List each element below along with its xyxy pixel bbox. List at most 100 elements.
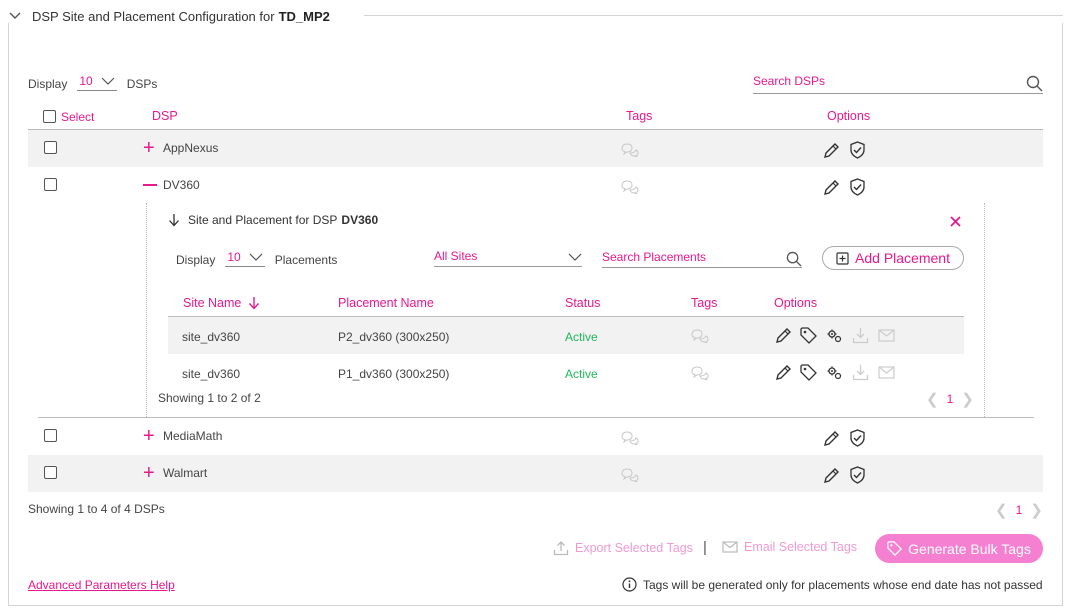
tag-icon[interactable] (800, 327, 817, 344)
mail-icon (878, 366, 895, 379)
dsps-unit-label: DSPs (126, 77, 158, 91)
section-title: DSP Site and Placement Configuration for (32, 8, 275, 24)
column-site-name[interactable]: Site Name (183, 296, 260, 310)
placement-page-size-row: Display 10 Placements (176, 250, 337, 267)
dsp-name: MediaMath (163, 429, 223, 443)
chevron-down-icon (101, 77, 115, 85)
email-selected-tags-button[interactable]: Email Selected Tags (722, 540, 857, 554)
gears-icon[interactable] (826, 365, 843, 381)
generate-bulk-tags-button[interactable]: Generate Bulk Tags (875, 534, 1043, 563)
row-checkbox[interactable] (44, 178, 57, 191)
status-badge: Active (565, 330, 598, 344)
placement-page-size-select[interactable]: 10 (225, 250, 265, 267)
plus-square-icon (836, 251, 849, 265)
chat-bubbles-icon (621, 143, 639, 157)
chevron-down-icon (9, 12, 21, 19)
panel-divider (364, 15, 1063, 16)
tag-icon[interactable] (800, 364, 817, 381)
search-placements-placeholder: Search Placements (602, 250, 707, 264)
dsp-page-size-row: Display 10 DSPs (28, 74, 157, 91)
display-label: Display (176, 253, 216, 267)
column-tags: Tags (691, 296, 718, 310)
search-dsps-input[interactable]: Search DSPs (753, 74, 1043, 94)
search-icon[interactable] (786, 251, 802, 267)
shield-check-icon[interactable] (849, 466, 866, 484)
pencil-icon[interactable] (823, 179, 840, 196)
search-dsps-placeholder: Search DSPs (753, 74, 826, 88)
expand-icon[interactable]: + (143, 138, 155, 158)
info-icon (622, 577, 637, 592)
export-selected-tags-label: Export Selected Tags (575, 541, 693, 555)
site-name: site_dv360 (182, 367, 241, 381)
add-placement-label: Add Placement (855, 250, 950, 266)
shield-check-icon[interactable] (849, 141, 866, 159)
row-checkbox[interactable] (44, 141, 57, 154)
pencil-icon[interactable] (775, 364, 792, 381)
dsp-name: DV360 (163, 178, 200, 192)
page-number[interactable]: 1 (1016, 503, 1023, 517)
add-placement-button[interactable]: Add Placement (822, 246, 964, 270)
next-page-icon[interactable]: ❯ (961, 390, 974, 408)
column-placement-name[interactable]: Placement Name (338, 296, 434, 310)
page-number[interactable]: 1 (947, 392, 954, 406)
shield-check-icon[interactable] (849, 178, 866, 196)
export-selected-tags-button[interactable]: Export Selected Tags (553, 540, 693, 556)
mail-icon (878, 329, 895, 342)
placement-name: P1_dv360 (300x250) (338, 367, 450, 381)
action-separator: | (703, 539, 707, 556)
close-icon[interactable] (949, 215, 962, 228)
search-icon[interactable] (1026, 75, 1043, 92)
expand-icon[interactable]: + (143, 426, 155, 446)
placements-title-prefix: Site and Placement for DSP (188, 213, 338, 227)
row-checkbox[interactable] (44, 429, 57, 442)
placement-name: P2_dv360 (300x250) (338, 330, 450, 344)
column-options: Options (827, 109, 871, 123)
prev-page-icon[interactable]: ❮ (995, 501, 1008, 519)
arrow-down-icon (169, 214, 179, 227)
status-badge: Active (565, 367, 598, 381)
row-checkbox[interactable] (44, 466, 57, 479)
dsp-page-size-value: 10 (79, 74, 93, 88)
dsp-page-size-select[interactable]: 10 (77, 74, 117, 91)
collapse-icon[interactable] (143, 184, 157, 186)
pencil-icon[interactable] (823, 430, 840, 447)
column-options: Options (774, 296, 818, 310)
dsps-showing-text: Showing 1 to 4 of 4 DSPs (28, 502, 165, 516)
next-page-icon[interactable]: ❯ (1030, 501, 1043, 519)
chat-bubbles-icon (621, 431, 639, 445)
section-target: TD_MP2 (278, 8, 330, 24)
gears-icon[interactable] (826, 328, 843, 344)
chat-bubbles-icon (691, 366, 709, 380)
email-selected-tags-label: Email Selected Tags (744, 540, 858, 554)
download-icon (852, 365, 869, 381)
dsp-name: Walmart (163, 466, 208, 480)
chat-bubbles-icon (621, 180, 639, 194)
column-status[interactable]: Status (565, 296, 600, 310)
column-dsp[interactable]: DSP (152, 109, 178, 123)
prev-page-icon[interactable]: ❮ (926, 390, 939, 408)
expand-icon[interactable]: + (143, 463, 155, 483)
pencil-icon[interactable] (823, 467, 840, 484)
search-placements-input[interactable]: Search Placements (602, 250, 802, 268)
site-name: site_dv360 (182, 330, 241, 344)
chat-bubbles-icon (621, 468, 639, 482)
chevron-down-icon (568, 253, 582, 261)
dsps-pagination[interactable]: ❮ 1 ❯ (995, 501, 1043, 519)
placements-title: Site and Placement for DSP DV360 (168, 213, 378, 227)
select-all-checkbox[interactable] (43, 110, 56, 123)
shield-check-icon[interactable] (849, 429, 866, 447)
site-filter-value: All Sites (434, 249, 478, 263)
column-select: Select (61, 110, 95, 124)
pencil-icon[interactable] (823, 142, 840, 159)
advanced-parameters-help-link[interactable]: Advanced Parameters Help (28, 578, 175, 592)
tags-notice: Tags will be generated only for placemen… (622, 577, 1043, 592)
tag-icon (887, 541, 903, 556)
placements-pagination[interactable]: ❮ 1 ❯ (926, 390, 974, 408)
column-site-name-label: Site Name (183, 296, 242, 310)
placements-showing-text: Showing 1 to 2 of 2 (158, 391, 261, 405)
display-label: Display (28, 77, 68, 91)
site-filter-select[interactable]: All Sites (434, 249, 582, 267)
placements-bottom-divider (38, 417, 1034, 418)
dsp-name: AppNexus (163, 141, 219, 155)
pencil-icon[interactable] (775, 327, 792, 344)
